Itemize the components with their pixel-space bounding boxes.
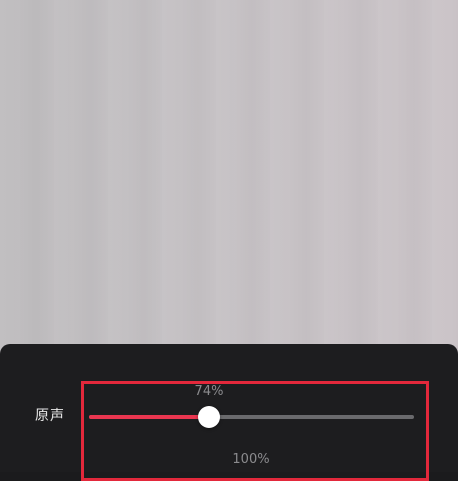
- original-sound-value: 74%: [194, 384, 224, 399]
- slider-thumb[interactable]: [198, 406, 220, 428]
- original-sound-slider[interactable]: [89, 406, 414, 428]
- next-track-value: 100%: [232, 452, 270, 467]
- slider-fill: [89, 415, 209, 419]
- video-preview: [0, 0, 458, 372]
- original-sound-label: 原声: [35, 408, 65, 424]
